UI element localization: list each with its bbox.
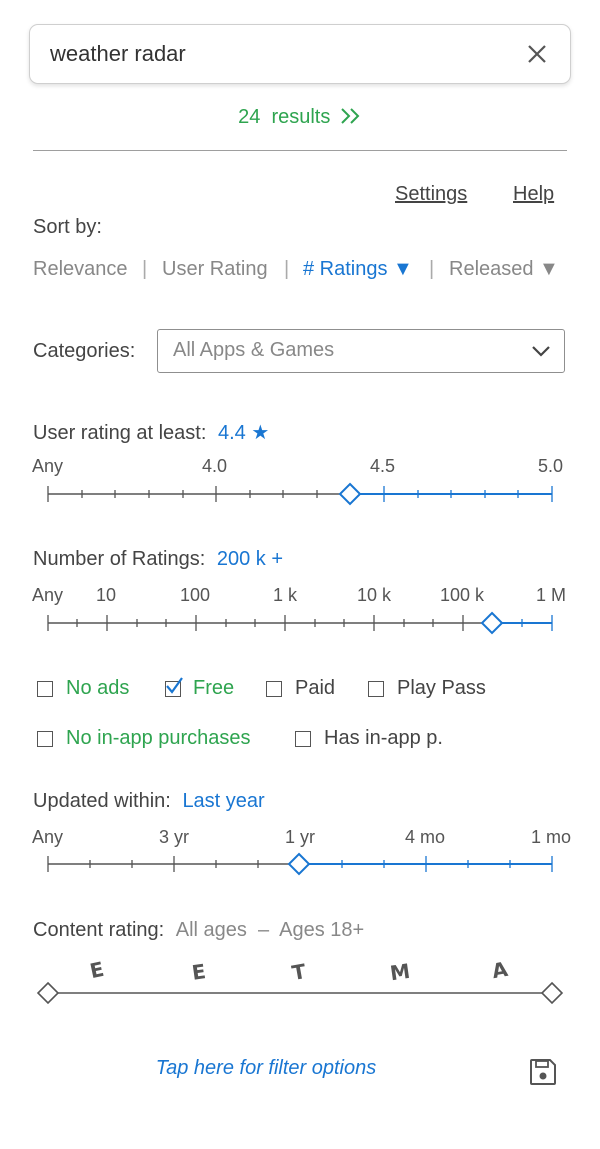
sort-released[interactable]: Released ▼ [449, 258, 559, 281]
updated-header: Updated within: Last year [33, 790, 265, 813]
tick-label: 5.0 [538, 456, 564, 476]
slider-thumb[interactable] [287, 852, 311, 876]
free-label[interactable]: Free [193, 677, 234, 700]
tick-label: Any [32, 456, 64, 476]
slider-thumb[interactable] [540, 981, 564, 1005]
close-icon[interactable] [522, 39, 552, 69]
results-label: results [271, 106, 331, 128]
categories-label: Categories: [33, 340, 136, 362]
has-iap-checkbox[interactable] [295, 731, 311, 747]
help-link[interactable]: Help [513, 183, 554, 206]
tick-label: 100 k [440, 585, 485, 605]
user-rating-tick-labels: Any 4.0 4.5 5.0 [0, 456, 600, 476]
content-rating-slider[interactable] [0, 979, 600, 1009]
num-ratings-value: 200 k + [216, 548, 284, 570]
sort-user-rating[interactable]: User Rating [162, 258, 268, 281]
paid-checkbox[interactable] [266, 681, 282, 697]
user-rating-slider[interactable] [0, 480, 600, 510]
no-ads-label[interactable]: No ads [66, 677, 129, 700]
checkmark-icon [166, 677, 183, 694]
user-rating-label: User rating at least: [33, 422, 207, 444]
updated-slider[interactable] [0, 850, 600, 880]
updated-label: Updated within: [33, 790, 171, 812]
has-iap-label[interactable]: Has in-app p. [324, 727, 443, 750]
play-pass-label[interactable]: Play Pass [397, 677, 486, 700]
num-ratings-slider[interactable] [0, 609, 600, 639]
slider-thumb[interactable] [480, 611, 504, 635]
play-pass-checkbox[interactable] [368, 681, 384, 697]
paid-label[interactable]: Paid [295, 677, 335, 700]
sort-separator: | [429, 258, 435, 280]
tick-label: 10 [96, 585, 117, 605]
settings-link[interactable]: Settings [395, 183, 467, 206]
double-chevron-right-icon [341, 108, 360, 124]
sort-separator: | [142, 258, 148, 280]
sort-separator: | [284, 258, 290, 280]
sort-relevance[interactable]: Relevance [33, 258, 128, 281]
search-box[interactable]: weather radar [29, 24, 571, 84]
tick-label: 1 mo [531, 827, 572, 847]
results-link[interactable]: 24 results [0, 106, 600, 129]
num-ratings-label: Number of Ratings: [33, 548, 206, 570]
save-icon[interactable] [528, 1057, 558, 1087]
sort-num-ratings[interactable]: # Ratings ▼ [303, 258, 413, 281]
no-iap-label[interactable]: No in-app purchases [66, 727, 251, 750]
filter-options-link[interactable]: Tap here for filter options [0, 1057, 532, 1080]
num-ratings-header: Number of Ratings: 200 k + [33, 548, 283, 571]
user-rating-header: User rating at least: 4.4 ★ [33, 420, 269, 445]
slider-thumb[interactable] [36, 981, 60, 1005]
no-ads-checkbox[interactable] [37, 681, 53, 697]
divider [33, 150, 567, 151]
tick-label: Any [32, 827, 64, 847]
updated-value: Last year [182, 790, 265, 812]
tick-label: 100 [180, 585, 211, 605]
tick-label: 10 k [357, 585, 392, 605]
content-rating-header: Content rating: All ages – Ages 18+ [33, 919, 364, 942]
slider-thumb[interactable] [338, 482, 362, 506]
tick-label: 1 k [273, 585, 298, 605]
sort-label: Sort by: [33, 216, 102, 238]
tick-label: Any [32, 585, 64, 605]
user-rating-value: 4.4 ★ [217, 422, 270, 444]
content-rating-range: All ages – Ages 18+ [175, 919, 365, 941]
categories-value: All Apps & Games [173, 339, 335, 361]
tick-label: 1 yr [285, 827, 316, 847]
tick-label: 3 yr [159, 827, 190, 847]
results-count: 24 [238, 106, 261, 128]
search-input[interactable]: weather radar [50, 41, 186, 67]
no-iap-checkbox[interactable] [37, 731, 53, 747]
tick-label: 1 M [536, 585, 567, 605]
updated-tick-labels: Any 3 yr 1 yr 4 mo 1 mo [0, 827, 600, 847]
tick-label: 4.0 [202, 456, 228, 476]
content-rating-label: Content rating: [33, 919, 165, 941]
tick-label: 4 mo [405, 827, 446, 847]
num-ratings-tick-labels: Any 10 100 1 k 10 k 100 k 1 M [0, 585, 600, 605]
tick-label: 4.5 [370, 456, 396, 476]
categories-select[interactable]: All Apps & Games [157, 329, 565, 373]
chevron-down-icon [532, 346, 550, 357]
